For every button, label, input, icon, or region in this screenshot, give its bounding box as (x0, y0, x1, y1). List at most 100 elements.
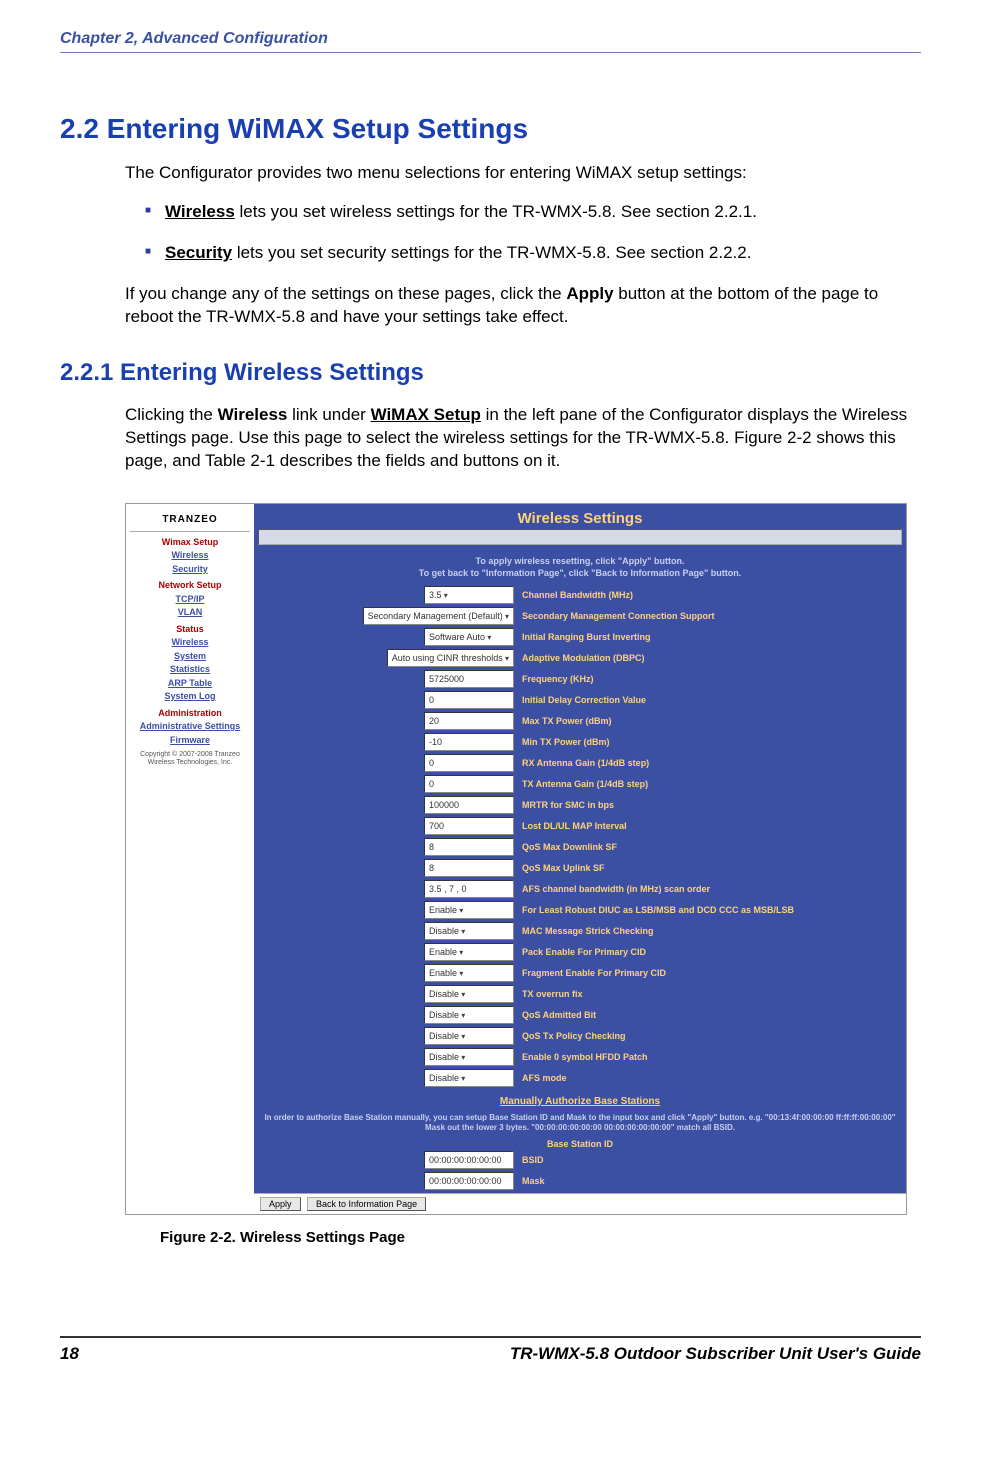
settings-label: QoS Max Downlink SF (522, 842, 896, 852)
dropdown-field[interactable]: Disable (424, 1069, 514, 1087)
dropdown-field[interactable]: Software Auto (424, 628, 514, 646)
sidebar-link[interactable]: Administrative Settings (130, 720, 250, 734)
bullet-wireless-bold: Wireless (165, 202, 235, 221)
dropdown-field[interactable]: Enable (424, 901, 514, 919)
settings-row: 5725000 Frequency (KHz) (264, 670, 896, 688)
bsid-label: BSID (522, 1155, 896, 1165)
dropdown-field[interactable]: Disable (424, 1027, 514, 1045)
settings-row: DisableQoS Tx Policy Checking (264, 1027, 896, 1045)
dropdown-field[interactable]: Auto using CINR thresholds (387, 649, 514, 667)
dropdown-field[interactable]: 3.5 (424, 586, 514, 604)
bullet-security-bold: Security (165, 243, 232, 262)
apply-button[interactable]: Apply (260, 1197, 301, 1211)
settings-label: MAC Message Strick Checking (522, 926, 896, 936)
section-2-2-heading: 2.2 Entering WiMAX Setup Settings (60, 113, 921, 145)
bullet-security-text: lets you set security settings for the T… (232, 243, 751, 262)
text-field[interactable]: 3.5 , 7 , 0 (424, 880, 514, 898)
settings-row: Disable AFS mode (264, 1069, 896, 1087)
settings-label: Adaptive Modulation (DBPC) (522, 653, 896, 663)
text-field[interactable]: 0 (424, 691, 514, 709)
sidebar-link[interactable]: Wireless (130, 636, 250, 650)
dropdown-field[interactable]: Secondary Management (Default) (363, 607, 514, 625)
para2-pre: If you change any of the settings on the… (125, 284, 566, 303)
settings-label: Channel Bandwidth (MHz) (522, 590, 896, 600)
settings-row: Enable Fragment Enable For Primary CID (264, 964, 896, 982)
sidebar-copyright: Copyright © 2007-2008 Tranzeo Wireless T… (130, 751, 250, 768)
sidebar-link[interactable]: ARP Table (130, 677, 250, 691)
bullet-wireless: Wireless lets you set wireless settings … (145, 201, 921, 224)
figure-2-2-caption: Figure 2-2. Wireless Settings Page (160, 1229, 921, 1246)
settings-label: MRTR for SMC in bps (522, 800, 896, 810)
text-field[interactable]: 8 (424, 859, 514, 877)
text-field[interactable]: 0 (424, 775, 514, 793)
settings-row: Auto using CINR thresholds Adaptive Modul… (264, 649, 896, 667)
dropdown-field[interactable]: Enable (424, 964, 514, 982)
auth-base-stations-heading: Manually Authorize Base Stations (254, 1090, 906, 1109)
sidebar-group-head: Status (130, 623, 250, 637)
settings-row: 8 QoS Max Downlink SF (264, 838, 896, 856)
sidebar-link[interactable]: TCP/IP (130, 593, 250, 607)
settings-row: 0Initial Delay Correction Value (264, 691, 896, 709)
settings-label: Fragment Enable For Primary CID (522, 968, 896, 978)
para2-bold: Apply (566, 284, 613, 303)
back-to-info-button[interactable]: Back to Information Page (307, 1197, 426, 1211)
wireless-settings-screenshot: TRANZEO Wimax SetupWirelessSecurityNetwo… (125, 503, 907, 1216)
auth-note: In order to authorize Base Station manua… (254, 1109, 906, 1138)
settings-row: Secondary Management (Default)Secondary … (264, 607, 896, 625)
sidebar-group-head: Wimax Setup (130, 536, 250, 550)
settings-row: -10 Min TX Power (dBm) (264, 733, 896, 751)
bsid-row: 00:00:00:00:00:00Mask (264, 1172, 896, 1190)
settings-row: 8QoS Max Uplink SF (264, 859, 896, 877)
bsid-field[interactable]: 00:00:00:00:00:00 (424, 1172, 514, 1190)
bullet-list: Wireless lets you set wireless settings … (145, 201, 921, 265)
dropdown-field[interactable]: Disable (424, 1006, 514, 1024)
settings-row: EnableFor Least Robust DIUC as LSB/MSB a… (264, 901, 896, 919)
text-field[interactable]: 5725000 (424, 670, 514, 688)
settings-row: Enable Pack Enable For Primary CID (264, 943, 896, 961)
running-header: Chapter 2, Advanced Configuration (60, 30, 921, 53)
dropdown-field[interactable]: Disable (424, 1048, 514, 1066)
text-field[interactable]: 700 (424, 817, 514, 835)
settings-row: DisableQoS Admitted Bit (264, 1006, 896, 1024)
bsid-row: 00:00:00:00:00:00 BSID (264, 1151, 896, 1169)
text-field[interactable]: 100000 (424, 796, 514, 814)
sidebar-link[interactable]: Firmware (130, 734, 250, 748)
dropdown-field[interactable]: Disable (424, 985, 514, 1003)
screenshot-bottom-bar: Apply Back to Information Page (254, 1193, 906, 1214)
text-field[interactable]: 0 (424, 754, 514, 772)
dropdown-field[interactable]: Enable (424, 943, 514, 961)
settings-row: 100000 MRTR for SMC in bps (264, 796, 896, 814)
sidebar-link[interactable]: VLAN (130, 606, 250, 620)
settings-row: 700Lost DL/UL MAP Interval (264, 817, 896, 835)
sidebar-link[interactable]: System (130, 650, 250, 664)
bullet-security: Security lets you set security settings … (145, 242, 921, 265)
settings-row: 20Max TX Power (dBm) (264, 712, 896, 730)
settings-row: Software AutoInitial Ranging Burst Inver… (264, 628, 896, 646)
dropdown-field[interactable]: Disable (424, 922, 514, 940)
settings-row: 3.5 , 7 , 0 AFS channel bandwidth (in MHz… (264, 880, 896, 898)
text-field[interactable]: 8 (424, 838, 514, 856)
p221-b1: Wireless (218, 405, 288, 424)
settings-label: AFS channel bandwidth (in MHz) scan orde… (522, 884, 896, 894)
section-2-2-1-heading: 2.2.1 Entering Wireless Settings (60, 359, 921, 387)
sidebar-link[interactable]: Wireless (130, 549, 250, 563)
sidebar-link[interactable]: Security (130, 563, 250, 577)
sidebar-link[interactable]: Statistics (130, 663, 250, 677)
settings-label: TX Antenna Gain (1/4dB step) (522, 779, 896, 789)
footer-guide-title: TR-WMX-5.8 Outdoor Subscriber Unit User'… (510, 1344, 921, 1364)
text-field[interactable]: 20 (424, 712, 514, 730)
settings-label: AFS mode (522, 1073, 896, 1083)
sidebar-link[interactable]: System Log (130, 690, 250, 704)
screenshot-apply-note: To apply wireless resetting, click "Appl… (254, 549, 906, 586)
p221-pre1: Clicking the (125, 405, 218, 424)
settings-label: RX Antenna Gain (1/4dB step) (522, 758, 896, 768)
page-number: 18 (60, 1344, 79, 1364)
section-2-2-para2: If you change any of the settings on the… (125, 283, 921, 329)
settings-label: Min TX Power (dBm) (522, 737, 896, 747)
text-field[interactable]: -10 (424, 733, 514, 751)
settings-label: Frequency (KHz) (522, 674, 896, 684)
settings-row: 0 RX Antenna Gain (1/4dB step) (264, 754, 896, 772)
p221-mid1: link under (287, 405, 370, 424)
bsid-field[interactable]: 00:00:00:00:00:00 (424, 1151, 514, 1169)
settings-label: Pack Enable For Primary CID (522, 947, 896, 957)
